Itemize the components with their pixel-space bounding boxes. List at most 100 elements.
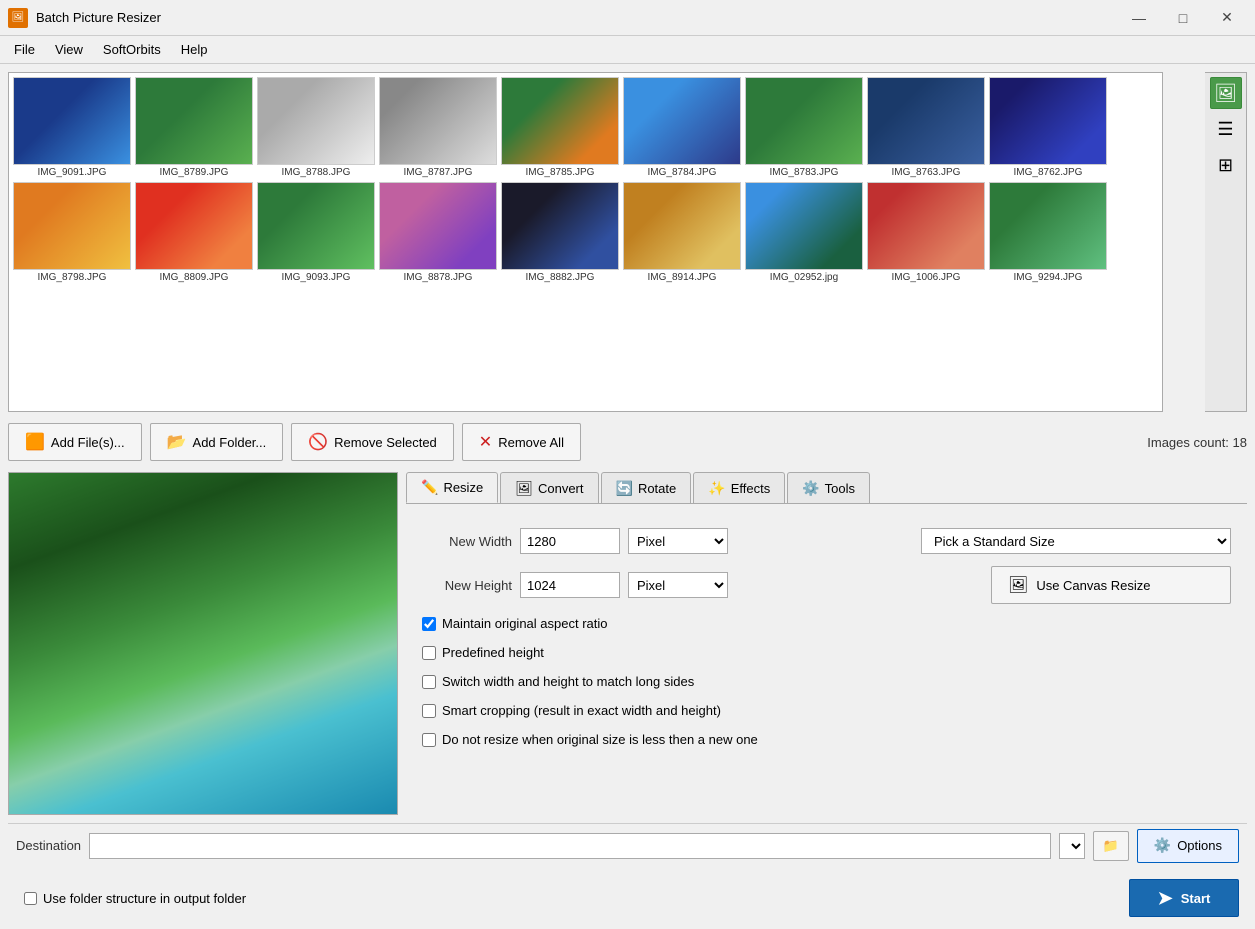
image-thumb-8[interactable]: IMG_8762.JPG (989, 77, 1107, 178)
image-thumb-0[interactable]: IMG_9091.JPG (13, 77, 131, 178)
thumb-label-5: IMG_8784.JPG (623, 167, 741, 178)
image-thumb-7[interactable]: IMG_8763.JPG (867, 77, 985, 178)
remove-selected-label: Remove Selected (334, 435, 437, 450)
width-input[interactable] (520, 528, 620, 554)
image-thumb-16[interactable]: IMG_1006.JPG (867, 182, 985, 283)
add-folder-button[interactable]: 📂 Add Folder... (150, 423, 284, 461)
height-input[interactable] (520, 572, 620, 598)
thumb-image-15 (745, 182, 863, 270)
canvas-resize-icon: 🖼 (1008, 575, 1028, 595)
destination-input[interactable] (89, 833, 1051, 859)
smart-cropping-checkbox[interactable] (422, 704, 436, 718)
predefined-height-row: Predefined height (422, 645, 1231, 660)
toolbar-row: 🟧 Add File(s)... 📂 Add Folder... 🚫 Remov… (8, 420, 1247, 464)
preview-image (9, 473, 397, 814)
width-row: New Width Pixel Percent Inch cm Pick a S… (422, 528, 1231, 554)
add-files-button[interactable]: 🟧 Add File(s)... (8, 423, 142, 461)
remove-all-icon: ✕ (479, 432, 492, 452)
image-thumb-6[interactable]: IMG_8783.JPG (745, 77, 863, 178)
thumb-image-1 (135, 77, 253, 165)
image-thumb-1[interactable]: IMG_8789.JPG (135, 77, 253, 178)
thumb-image-3 (379, 77, 497, 165)
tab-tools[interactable]: ⚙️ Tools (787, 472, 870, 503)
thumbnails-view-icon[interactable]: 🖼 (1210, 77, 1242, 109)
options-button[interactable]: ⚙️ Options (1137, 829, 1239, 863)
thumb-label-17: IMG_9294.JPG (989, 272, 1107, 283)
add-files-icon: 🟧 (25, 432, 45, 452)
thumb-image-5 (623, 77, 741, 165)
thumb-image-4 (501, 77, 619, 165)
minimize-button[interactable]: — (1119, 6, 1159, 30)
tab-convert[interactable]: 🖼 Convert (500, 472, 598, 503)
image-thumb-9[interactable]: IMG_8798.JPG (13, 182, 131, 283)
destination-bar: Destination 📁 ⚙️ Options (8, 823, 1247, 867)
do-not-resize-checkbox[interactable] (422, 733, 436, 747)
predefined-height-checkbox[interactable] (422, 646, 436, 660)
menu-file[interactable]: File (4, 39, 45, 60)
tab-rotate[interactable]: 🔄 Rotate (601, 472, 692, 503)
image-thumb-11[interactable]: IMG_9093.JPG (257, 182, 375, 283)
image-thumb-14[interactable]: IMG_8914.JPG (623, 182, 741, 283)
start-label: Start (1181, 891, 1211, 906)
destination-label: Destination (16, 838, 81, 853)
window-controls: — □ ✕ (1119, 6, 1247, 30)
folder-structure-label: Use folder structure in output folder (43, 891, 246, 906)
image-thumb-2[interactable]: IMG_8788.JPG (257, 77, 375, 178)
resize-tab-icon: ✏️ (421, 479, 438, 496)
destination-dropdown[interactable] (1059, 833, 1085, 859)
switch-width-height-row: Switch width and height to match long si… (422, 674, 1231, 689)
image-thumb-15[interactable]: IMG_02952.jpg (745, 182, 863, 283)
thumb-label-11: IMG_9093.JPG (257, 272, 375, 283)
width-unit-select[interactable]: Pixel Percent Inch cm (628, 528, 728, 554)
effects-tab-icon: ✨ (708, 480, 725, 497)
thumb-image-17 (989, 182, 1107, 270)
image-thumb-10[interactable]: IMG_8809.JPG (135, 182, 253, 283)
do-not-resize-row: Do not resize when original size is less… (422, 732, 1231, 747)
menu-help[interactable]: Help (171, 39, 218, 60)
thumb-image-11 (257, 182, 375, 270)
maintain-aspect-label: Maintain original aspect ratio (442, 616, 607, 631)
maximize-button[interactable]: □ (1163, 6, 1203, 30)
list-view-icon[interactable]: ☰ (1210, 113, 1242, 145)
destination-folder-button[interactable]: 📁 (1093, 831, 1129, 861)
remove-all-label: Remove All (498, 435, 564, 450)
app-icon: 🖼 (8, 8, 28, 28)
thumb-image-12 (379, 182, 497, 270)
image-thumb-12[interactable]: IMG_8878.JPG (379, 182, 497, 283)
image-thumb-17[interactable]: IMG_9294.JPG (989, 182, 1107, 283)
thumb-label-12: IMG_8878.JPG (379, 272, 497, 283)
add-folder-label: Add Folder... (193, 435, 267, 450)
close-button[interactable]: ✕ (1207, 6, 1247, 30)
thumb-image-14 (623, 182, 741, 270)
image-thumb-3[interactable]: IMG_8787.JPG (379, 77, 497, 178)
thumb-label-15: IMG_02952.jpg (745, 272, 863, 283)
do-not-resize-label: Do not resize when original size is less… (442, 732, 758, 747)
thumb-image-6 (745, 77, 863, 165)
start-button[interactable]: ➤ Start (1129, 879, 1239, 917)
thumb-label-13: IMG_8882.JPG (501, 272, 619, 283)
tab-resize[interactable]: ✏️ Resize (406, 472, 498, 503)
menu-view[interactable]: View (45, 39, 93, 60)
title-bar: 🖼 Batch Picture Resizer — □ ✕ (0, 0, 1255, 36)
canvas-resize-button[interactable]: 🖼 Use Canvas Resize (991, 566, 1231, 604)
image-thumb-4[interactable]: IMG_8785.JPG (501, 77, 619, 178)
height-unit-select[interactable]: Pixel Percent Inch cm (628, 572, 728, 598)
remove-all-button[interactable]: ✕ Remove All (462, 423, 581, 461)
maintain-aspect-checkbox[interactable] (422, 617, 436, 631)
menu-softorbits[interactable]: SoftOrbits (93, 39, 171, 60)
width-label: New Width (422, 534, 512, 549)
tab-bar: ✏️ Resize 🖼 Convert 🔄 Rotate ✨ Effects ⚙… (406, 472, 1247, 504)
remove-selected-button[interactable]: 🚫 Remove Selected (291, 423, 454, 461)
convert-tab-label: Convert (538, 481, 584, 496)
image-thumb-13[interactable]: IMG_8882.JPG (501, 182, 619, 283)
right-panel: ✏️ Resize 🖼 Convert 🔄 Rotate ✨ Effects ⚙… (406, 472, 1247, 815)
folder-structure-checkbox[interactable] (24, 892, 37, 905)
image-grid: IMG_9091.JPGIMG_8789.JPGIMG_8788.JPGIMG_… (8, 72, 1163, 412)
thumb-label-7: IMG_8763.JPG (867, 167, 985, 178)
standard-size-select[interactable]: Pick a Standard Size 640x480 800x600 102… (921, 528, 1231, 554)
image-thumb-5[interactable]: IMG_8784.JPG (623, 77, 741, 178)
grid-view-icon[interactable]: ⊞ (1210, 149, 1242, 181)
tab-effects[interactable]: ✨ Effects (693, 472, 785, 503)
rotate-tab-label: Rotate (638, 481, 676, 496)
switch-width-height-checkbox[interactable] (422, 675, 436, 689)
